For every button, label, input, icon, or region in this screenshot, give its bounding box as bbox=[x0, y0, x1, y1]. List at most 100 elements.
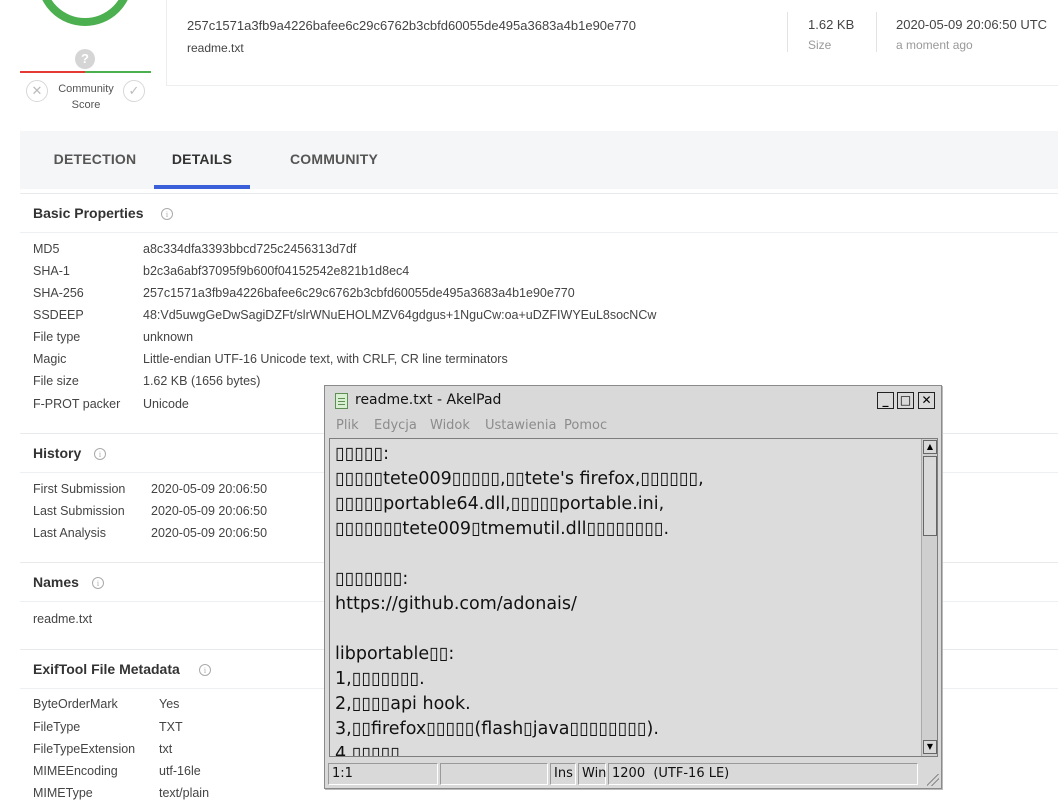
document-icon bbox=[335, 393, 348, 409]
prop-value: 257c1571a3fb9a4226bafee6c29c6762b3cbfd60… bbox=[143, 286, 575, 300]
section-title: ExifTool File Metadata bbox=[33, 661, 180, 677]
history-key: Last Submission bbox=[33, 504, 125, 518]
prop-key: File type bbox=[33, 330, 81, 344]
info-icon[interactable]: i bbox=[161, 208, 173, 220]
exif-key: FileTypeExtension bbox=[33, 742, 136, 756]
analysis-date-value: 2020-05-09 20:06:50 UTC bbox=[896, 17, 1048, 32]
file-hash: 257c1571a3fb9a4226bafee6c29c6762b3cbfd60… bbox=[187, 18, 636, 33]
tab-details[interactable]: DETAILS bbox=[154, 131, 250, 189]
divider bbox=[787, 12, 788, 52]
editor-line[interactable]: 2,▯▯▯▯api hook. bbox=[335, 692, 915, 717]
status-modified bbox=[440, 763, 548, 785]
editor-line[interactable]: ▯▯▯▯▯portable64.dll,▯▯▯▯▯portable.ini, bbox=[335, 492, 915, 517]
info-icon[interactable]: i bbox=[94, 448, 106, 460]
status-encoding: 1200 (UTF-16 LE) bbox=[608, 763, 918, 785]
text-editor-area[interactable]: ▯▯▯▯▯: ▯▯▯▯▯tete009▯▯▯▯▯,▯▯tete's firefox… bbox=[329, 438, 938, 757]
exif-value: utf-16le bbox=[159, 764, 201, 778]
exif-value: Yes bbox=[159, 697, 180, 711]
info-icon[interactable]: i bbox=[92, 577, 104, 589]
prop-key: SHA-1 bbox=[33, 264, 70, 278]
tab-bar: DETECTION DETAILS COMMUNITY bbox=[20, 131, 1058, 189]
prop-value: 1.62 KB (1656 bytes) bbox=[143, 374, 261, 388]
file-size-value: 1.62 KB bbox=[808, 17, 855, 32]
tab-community[interactable]: COMMUNITY bbox=[278, 131, 390, 189]
close-button[interactable]: ✕ bbox=[918, 392, 935, 409]
minimize-button[interactable]: _ bbox=[877, 392, 894, 409]
scroll-thumb[interactable] bbox=[923, 456, 937, 536]
history-key: Last Analysis bbox=[33, 526, 106, 540]
status-insert-mode: Ins bbox=[550, 763, 576, 785]
section-title: Basic Properties bbox=[33, 205, 144, 221]
menu-plik[interactable]: Plik bbox=[336, 418, 359, 433]
editor-line[interactable] bbox=[335, 542, 915, 567]
status-newline: Win bbox=[578, 763, 606, 785]
history-value: 2020-05-09 20:06:50 bbox=[151, 504, 268, 518]
divider bbox=[876, 12, 877, 52]
file-size-label: Size bbox=[808, 38, 832, 52]
prop-key: F-PROT packer bbox=[33, 397, 121, 411]
prop-value: b2c3a6abf37095f9b600f04152542e821b1d8ec4 bbox=[143, 264, 410, 278]
maximize-button[interactable]: □ bbox=[897, 392, 914, 409]
name-item: readme.txt bbox=[33, 612, 93, 626]
exif-key: MIMEEncoding bbox=[33, 764, 118, 778]
editor-line[interactable]: 4,▯▯▯▯▯ bbox=[335, 742, 915, 756]
vertical-scrollbar[interactable]: ▲ ▼ bbox=[921, 439, 937, 756]
prop-value: a8c334dfa3393bbcd725c2456313d7df bbox=[143, 242, 357, 256]
exif-key: ByteOrderMark bbox=[33, 697, 118, 711]
editor-line[interactable]: ▯▯▯▯▯tete009▯▯▯▯▯,▯▯tete's firefox,▯▯▯▯▯… bbox=[335, 467, 915, 492]
vote-down-button[interactable]: ✕ bbox=[26, 80, 48, 102]
menu-pomoc[interactable]: Pomoc bbox=[564, 418, 607, 433]
editor-line[interactable]: libportable▯▯: bbox=[335, 642, 915, 667]
prop-value: unknown bbox=[143, 330, 194, 344]
history-key: First Submission bbox=[33, 482, 126, 496]
prop-value: Little-endian UTF-16 Unicode text, with … bbox=[143, 352, 508, 366]
scroll-up-icon[interactable]: ▲ bbox=[923, 440, 937, 454]
window-statusbar: 1:1 Ins Win 1200 (UTF-16 LE) bbox=[325, 762, 941, 788]
exif-value: txt bbox=[159, 742, 173, 756]
editor-content[interactable]: ▯▯▯▯▯: ▯▯▯▯▯tete009▯▯▯▯▯,▯▯tete's firefox… bbox=[335, 442, 915, 756]
editor-line[interactable]: ▯▯▯▯▯▯▯tete009▯tmemutil.dll▯▯▯▯▯▯▯▯. bbox=[335, 517, 915, 542]
prop-key: File size bbox=[33, 374, 79, 388]
resize-grip-icon[interactable] bbox=[927, 774, 939, 786]
scroll-down-icon[interactable]: ▼ bbox=[923, 740, 937, 754]
tab-detection[interactable]: DETECTION bbox=[40, 131, 150, 189]
history-value: 2020-05-09 20:06:50 bbox=[151, 482, 268, 496]
exif-key: FileType bbox=[33, 720, 81, 734]
editor-line[interactable]: https://github.com/adonais/ bbox=[335, 592, 915, 617]
editor-line[interactable] bbox=[335, 617, 915, 642]
community-score-label: Community Score bbox=[58, 83, 114, 111]
community-score-bar-negative bbox=[20, 71, 85, 73]
info-icon[interactable]: i bbox=[199, 664, 211, 676]
prop-key: SSDEEP bbox=[33, 308, 84, 322]
unknown-score-icon: ? bbox=[75, 49, 95, 69]
editor-line[interactable]: 1,▯▯▯▯▯▯▯. bbox=[335, 667, 915, 692]
section-title: Names bbox=[33, 574, 79, 590]
status-cursor-position: 1:1 bbox=[328, 763, 438, 785]
prop-key: SHA-256 bbox=[33, 286, 84, 300]
window-titlebar[interactable]: readme.txt - AkelPad _ □ ✕ bbox=[325, 386, 941, 416]
menu-widok[interactable]: Widok bbox=[430, 418, 470, 433]
analysis-date-relative: a moment ago bbox=[896, 38, 973, 52]
history-value: 2020-05-09 20:06:50 bbox=[151, 526, 268, 540]
window-menubar: Plik Edycja Widok Ustawienia Pomoc bbox=[325, 416, 941, 438]
editor-line[interactable]: ▯▯▯▯▯: bbox=[335, 442, 915, 467]
prop-key: MD5 bbox=[33, 242, 60, 256]
section-title: History bbox=[33, 445, 82, 461]
vote-up-button[interactable]: ✓ bbox=[123, 80, 145, 102]
prop-value: 48:Vd5uwgGeDwSagiDZFt/slrWNuEHOLMZV64gdg… bbox=[143, 308, 657, 322]
exif-value: TXT bbox=[159, 720, 183, 734]
menu-ustawienia[interactable]: Ustawienia bbox=[485, 418, 556, 433]
editor-line[interactable]: ▯▯▯▯▯▯▯: bbox=[335, 567, 915, 592]
detection-score-ring bbox=[37, 0, 133, 26]
exif-value: text/plain bbox=[159, 786, 210, 800]
editor-line[interactable]: 3,▯▯firefox▯▯▯▯▯(flash▯java▯▯▯▯▯▯▯▯). bbox=[335, 717, 915, 742]
exif-key: MIMEType bbox=[33, 786, 93, 800]
menu-edycja[interactable]: Edycja bbox=[374, 418, 417, 433]
community-score-bar bbox=[20, 71, 151, 73]
akelpad-window[interactable]: readme.txt - AkelPad _ □ ✕ Plik Edycja W… bbox=[324, 385, 942, 789]
file-name: readme.txt bbox=[187, 41, 244, 55]
window-title: readme.txt - AkelPad bbox=[355, 392, 502, 408]
prop-value: Unicode bbox=[143, 397, 189, 411]
prop-key: Magic bbox=[33, 352, 67, 366]
basic-properties-header: Basic Properties i bbox=[20, 193, 1058, 233]
